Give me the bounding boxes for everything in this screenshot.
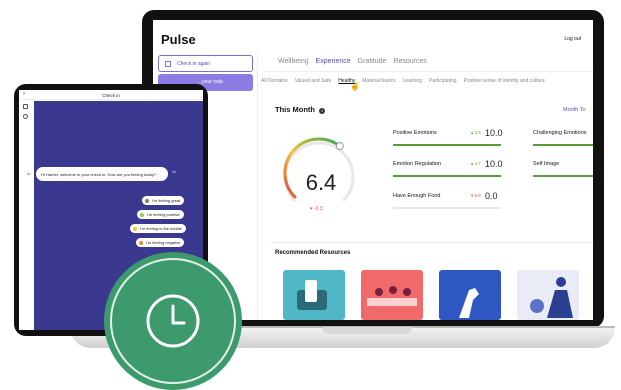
metric-change-value: 5.0 bbox=[474, 193, 481, 198]
metric-value: 10.0 bbox=[485, 159, 503, 169]
lime-dot-icon bbox=[140, 212, 144, 217]
gauge-marker bbox=[335, 142, 344, 151]
section-divider bbox=[270, 242, 593, 243]
option-feeling-middle[interactable]: I'm feeling in the middle bbox=[130, 224, 186, 233]
subtab-material-basics[interactable]: Material basics bbox=[362, 78, 395, 84]
metric-name: Emotion Regulation bbox=[393, 161, 442, 167]
this-month-title: This Month bbox=[275, 105, 315, 114]
month-toggle[interactable]: Month To bbox=[563, 107, 586, 113]
brand-logo: Pulse bbox=[161, 32, 196, 47]
tablet-side-icons bbox=[23, 104, 29, 124]
pointer-cursor-icon: ☝ bbox=[350, 82, 360, 91]
metric-bar bbox=[393, 207, 501, 209]
checkin-header-title: Check in bbox=[102, 93, 120, 98]
hand-illustration-icon bbox=[459, 288, 479, 318]
message-time: 4h bbox=[172, 170, 176, 174]
chevron-right-icon[interactable]: › bbox=[23, 91, 25, 97]
option-label: I'm feeling in the middle bbox=[140, 226, 182, 231]
bot-avatar-icon: ☺ bbox=[24, 170, 33, 179]
checkin-icon bbox=[165, 61, 171, 67]
tab-experience[interactable]: Experience bbox=[316, 58, 351, 65]
main-tabs: Wellbeing Experience Gratitude Resources bbox=[278, 58, 427, 65]
logout-link[interactable]: Log out bbox=[564, 36, 581, 42]
laptop-notch bbox=[322, 327, 412, 334]
subtab-all-domains[interactable]: All Domains bbox=[261, 78, 288, 84]
metric-value: 0.0 bbox=[485, 191, 498, 201]
checkin-header: › Check in bbox=[19, 90, 203, 100]
metric-name: Have Enough Food bbox=[393, 193, 441, 199]
resource-thumbnail[interactable] bbox=[361, 270, 423, 320]
metric-name: Challenging Emotions bbox=[533, 130, 587, 136]
clock-icon bbox=[110, 258, 236, 384]
tab-wellbeing[interactable]: Wellbeing bbox=[278, 58, 309, 65]
metric-bar bbox=[533, 144, 593, 146]
domain-subtabs: All Domains Valued and Safe Healthy Mate… bbox=[261, 78, 545, 84]
clock-badge bbox=[104, 252, 242, 390]
resource-thumbnail[interactable] bbox=[283, 270, 345, 320]
help-button-label: ...your help bbox=[198, 79, 223, 85]
resource-thumbnail[interactable] bbox=[439, 270, 501, 320]
metric-change: ▴ 4.7 bbox=[471, 161, 481, 166]
subtab-learning[interactable]: Learning bbox=[403, 78, 422, 84]
option-label: I'm feeling positive bbox=[147, 212, 180, 217]
wellbeing-score: 6.4 bbox=[305, 170, 337, 195]
score-change: ▾ -0.3 bbox=[310, 206, 323, 212]
tab-resources[interactable]: Resources bbox=[393, 58, 426, 65]
resource-thumbnail[interactable] bbox=[517, 270, 579, 320]
home-icon[interactable] bbox=[23, 104, 28, 109]
option-feeling-positive[interactable]: I'm feeling positive bbox=[137, 210, 184, 219]
metric-emotion-regulation[interactable]: Emotion Regulation ▴ 4.7 10.0 bbox=[393, 159, 503, 179]
sidebar-divider bbox=[257, 50, 258, 320]
metric-bar bbox=[393, 175, 501, 177]
tab-gratitude[interactable]: Gratitude bbox=[358, 58, 387, 65]
bot-message: Hi Harriet, welcome to your check-in. Ho… bbox=[36, 167, 168, 181]
metric-positive-emotions[interactable]: Positive Emotions ▴ 3.6 10.0 bbox=[393, 128, 503, 148]
settings-icon[interactable] bbox=[23, 114, 28, 119]
person-illustration-icon bbox=[530, 277, 573, 318]
metric-bar bbox=[393, 144, 501, 146]
yellow-dot-icon bbox=[133, 226, 137, 231]
tabs-divider bbox=[263, 71, 593, 72]
metric-change-value: 3.6 bbox=[474, 130, 481, 135]
metric-name: Positive Emotions bbox=[393, 130, 437, 136]
subtab-identity-culture[interactable]: Positive sense of identity and culture bbox=[464, 78, 545, 84]
check-in-again-label: Check in again bbox=[177, 61, 211, 67]
metric-value: 10.0 bbox=[485, 128, 503, 138]
check-in-again-button[interactable]: Check in again bbox=[158, 55, 253, 72]
metric-have-enough-food[interactable]: Have Enough Food ▾ 5.0 0.0 bbox=[393, 191, 501, 211]
product-mockup: Pulse Log out Check in again ...your hel… bbox=[0, 0, 621, 390]
metric-change: ▾ 5.0 bbox=[471, 193, 481, 198]
orange-dot-icon bbox=[139, 240, 143, 245]
option-feeling-great[interactable]: I'm feeling great bbox=[142, 196, 185, 205]
info-icon[interactable]: i bbox=[319, 108, 326, 114]
phone-illustration-icon bbox=[297, 280, 327, 310]
subtab-participating[interactable]: Participating bbox=[429, 78, 457, 84]
option-label: I'm feeling great bbox=[152, 198, 181, 203]
option-feeling-negative[interactable]: I'm feeling negative bbox=[136, 238, 185, 247]
metric-challenging-emotions[interactable]: Challenging Emotions bbox=[533, 130, 593, 148]
metric-name: Self Image bbox=[533, 161, 560, 167]
green-dot-icon bbox=[145, 198, 149, 203]
score-change-value: -0.3 bbox=[313, 206, 323, 212]
recommended-resources-title: Recommended Resources bbox=[275, 250, 351, 256]
metric-change-value: 4.7 bbox=[474, 161, 481, 166]
metric-change: ▴ 3.6 bbox=[471, 130, 481, 135]
people-illustration-icon bbox=[367, 286, 417, 306]
option-label: I'm feeling negative bbox=[146, 240, 181, 245]
subtab-valued-and-safe[interactable]: Valued and Safe bbox=[295, 78, 332, 84]
metric-bar bbox=[533, 175, 593, 177]
this-month-heading: This Month i bbox=[275, 105, 326, 114]
metric-self-image[interactable]: Self Image bbox=[533, 161, 593, 179]
